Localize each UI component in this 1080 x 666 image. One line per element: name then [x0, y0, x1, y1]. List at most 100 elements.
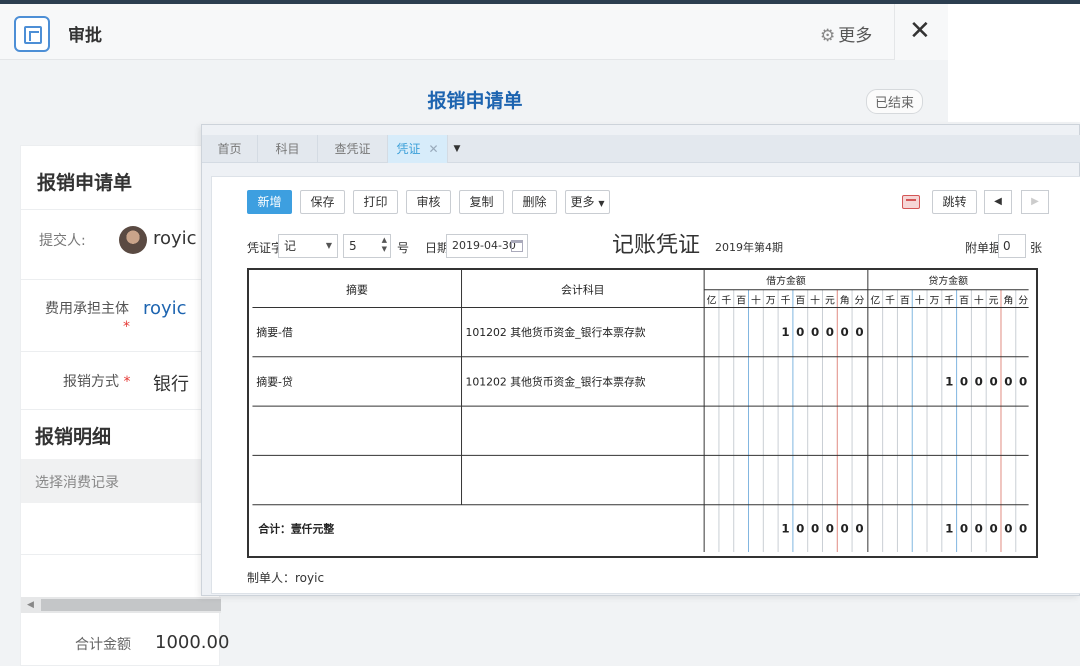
digit-unit-label: 十 — [810, 294, 820, 307]
next-icon[interactable]: ▶ — [1021, 190, 1049, 214]
voucher-period: 2019年第4期 — [715, 241, 783, 254]
debit-amount-digit: 0 — [841, 325, 849, 339]
account-column-header: 会计科目 — [561, 283, 604, 297]
submitter-label: 提交人: — [39, 233, 86, 249]
tab-bar: 首页 科目 查凭证 凭证 ✕ ▼ — [202, 135, 1080, 163]
voucher-maker: 制单人：royic — [247, 571, 325, 585]
form-title: 报销申请单 — [427, 90, 523, 112]
voucher-title: 记账凭证 — [612, 233, 701, 258]
app-title: 审批 — [68, 26, 102, 46]
calendar-icon[interactable] — [511, 240, 523, 252]
credit-amount-digit: 0 — [975, 374, 983, 388]
total-debit-digit: 0 — [841, 521, 849, 535]
form-panel: 报销申请单 提交人: royic 费用承担主体 * royic 报销方式 * 银行… — [20, 145, 229, 666]
delete-button[interactable]: 删除 — [512, 190, 557, 214]
digit-unit-label: 百 — [959, 295, 969, 307]
digit-unit-label: 十 — [751, 294, 761, 307]
credit-column-header: 贷方金额 — [929, 274, 969, 287]
debit-amount-digit: 0 — [811, 325, 819, 339]
close-icon[interactable]: ✕ — [909, 16, 931, 46]
credit-amount-digit: 0 — [960, 374, 968, 388]
chevron-down-icon: ▼ — [325, 241, 332, 250]
digit-unit-label: 百 — [795, 295, 805, 307]
digit-unit-label: 角 — [840, 295, 850, 307]
total-credit-digit: 0 — [989, 521, 997, 535]
total-credit-digit: 0 — [1004, 521, 1012, 535]
stepper-icon[interactable]: ▲ ▼ — [382, 236, 387, 254]
voucher-number-input[interactable]: 5 ▲ ▼ — [343, 234, 391, 258]
digit-unit-label: 角 — [1003, 295, 1013, 307]
summary-column-header: 摘要 — [346, 283, 368, 297]
more-dropdown-button[interactable]: 更多 ▼ — [565, 190, 610, 214]
total-credit-digit: 0 — [1019, 521, 1027, 535]
total-debit-digit: 0 — [796, 521, 804, 535]
save-button[interactable]: 保存 — [300, 190, 345, 214]
jump-button[interactable]: 跳转 — [932, 190, 977, 214]
digit-unit-label: 十 — [915, 294, 925, 307]
total-debit-digit: 0 — [826, 521, 834, 535]
digit-unit-label: 十 — [974, 294, 984, 307]
submitter-name: royic — [153, 228, 197, 249]
date-input[interactable]: 2019-04-30 — [446, 234, 528, 258]
select-records-button[interactable]: 选择消费记录 — [21, 459, 221, 503]
tab-dropdown-icon[interactable]: ▼ — [448, 135, 466, 163]
add-button[interactable]: 新增 — [247, 190, 292, 214]
digit-unit-label: 千 — [944, 295, 954, 307]
method-value[interactable]: 银行 — [153, 370, 189, 396]
gear-icon: ⚙ — [820, 26, 836, 46]
attach-count-input[interactable]: 0 — [998, 234, 1026, 258]
method-label: 报销方式 * — [63, 371, 130, 391]
voucher-body: 新增 保存 打印 审核 复制 删除 更多 ▼ 跳转 ◀ ▶ 凭证字 记 ▼ 5 ▲ ▼… — [211, 176, 1080, 594]
total-label: 合计金额 — [75, 637, 131, 653]
tab-accounts[interactable]: 科目 — [258, 135, 318, 163]
tab-voucher[interactable]: 凭证 ✕ — [388, 135, 448, 163]
more-dropdown-label: 更多 — [570, 195, 595, 209]
voucher-window: 首页 科目 查凭证 凭证 ✕ ▼ 新增 保存 打印 审核 复制 删除 更多 ▼ 跳… — [201, 124, 1080, 596]
audit-button[interactable]: 审核 — [406, 190, 451, 214]
digit-unit-label: 千 — [721, 295, 731, 307]
row-account: 101202 其他货币资金_银行本票存款 — [465, 325, 645, 339]
total-debit-digit: 1 — [781, 521, 789, 535]
attach-label: 附单据 — [965, 241, 1002, 255]
scrollbar-thumb[interactable] — [41, 599, 221, 611]
cost-owner-label-text: 费用承担主体 — [45, 301, 129, 317]
header-right-background — [948, 4, 1080, 122]
status-badge: 已结束 — [866, 89, 924, 114]
printer-icon[interactable] — [902, 195, 920, 209]
scroll-left-icon[interactable]: ◀ — [27, 600, 34, 610]
voucher-number-suffix: 号 — [397, 241, 410, 255]
total-credit-digit: 0 — [960, 521, 968, 535]
debit-amount-digit: 0 — [796, 325, 804, 339]
digit-unit-label: 元 — [989, 296, 999, 307]
total-value: 1000.00 — [155, 632, 230, 653]
more-label: 更多 — [838, 26, 873, 46]
voucher-number-value: 5 — [349, 239, 357, 253]
digit-unit-label: 千 — [885, 295, 895, 307]
method-label-text: 报销方式 — [63, 374, 119, 390]
close-icon[interactable]: ✕ — [428, 142, 438, 156]
credit-amount-digit: 0 — [1004, 374, 1012, 388]
digit-unit-label: 亿 — [870, 294, 880, 307]
cost-owner-value[interactable]: royic — [143, 298, 187, 319]
digit-unit-label: 元 — [825, 296, 835, 307]
prev-icon[interactable]: ◀ — [984, 190, 1012, 214]
print-button[interactable]: 打印 — [353, 190, 398, 214]
digit-unit-label: 百 — [900, 295, 910, 307]
tab-home[interactable]: 首页 — [202, 135, 258, 163]
required-mark: * — [123, 319, 130, 335]
row-summary: 摘要-贷 — [256, 374, 293, 388]
credit-amount-digit: 0 — [1019, 374, 1027, 388]
app-window-icon[interactable] — [14, 16, 50, 52]
digit-unit-label: 分 — [855, 295, 865, 307]
row-summary: 摘要-借 — [256, 325, 293, 339]
close-area: ✕ — [894, 4, 948, 60]
voucher-word-select[interactable]: 记 ▼ — [278, 234, 338, 258]
credit-amount-digit: 0 — [989, 374, 997, 388]
select-records-label: 选择消费记录 — [35, 475, 119, 491]
tab-query-voucher[interactable]: 查凭证 — [318, 135, 388, 163]
copy-button[interactable]: 复制 — [459, 190, 504, 214]
digit-unit-label: 亿 — [707, 294, 717, 307]
horizontal-scrollbar[interactable]: ◀ — [21, 597, 221, 613]
approval-header: 审批 ⚙ 更多 — [0, 4, 948, 60]
more-button[interactable]: ⚙ 更多 — [820, 21, 872, 46]
